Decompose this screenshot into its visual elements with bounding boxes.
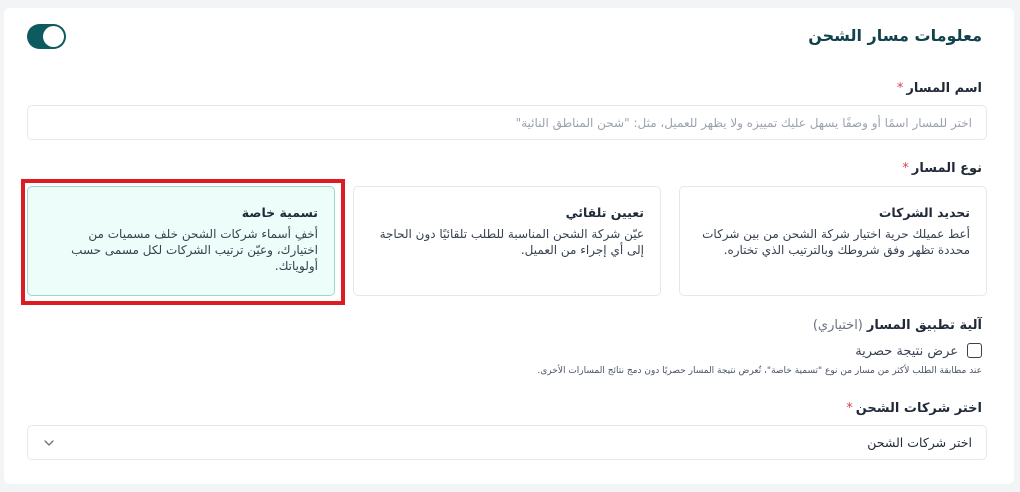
companies-select-value: اختر شركات الشحن (867, 435, 972, 450)
chevron-down-icon (42, 436, 56, 450)
route-name-placeholder: اختر للمسار اسمًا أو وصفًا يسهل عليك تمي… (515, 115, 972, 130)
required-mark: * (902, 161, 909, 176)
route-type-label: نوع المسار* (902, 161, 982, 176)
option-card-auto-assign[interactable]: تعيين تلقائي عيّن شركة الشحن المناسبة لل… (353, 186, 661, 296)
option-card-select-companies[interactable]: تحديد الشركات أعط عميلك حرية اختيار شركة… (679, 186, 987, 296)
required-mark: * (846, 401, 853, 416)
route-name-input[interactable]: اختر للمسار اسمًا أو وصفًا يسهل عليك تمي… (27, 105, 987, 140)
optional-note: (اختياري) (812, 318, 863, 333)
option-description: أعط عميلك حرية اختيار شركة الشحن من بين … (702, 227, 970, 257)
route-enabled-toggle[interactable] (27, 24, 66, 49)
option-title: تعيين تلقائي (565, 205, 644, 220)
application-label: آلية تطبيق المسار(اختياري) (813, 318, 982, 333)
exclusive-result-label[interactable]: عرض نتيجة حصرية (855, 344, 958, 359)
exclusive-result-checkbox[interactable] (967, 343, 982, 358)
route-name-label-text: اسم المسار (906, 81, 982, 96)
application-label-text: آلية تطبيق المسار (866, 318, 982, 333)
route-info-card: معلومات مسار الشحن اسم المسار* اختر للمس… (4, 8, 1014, 484)
companies-label-text: اختر شركات الشحن (855, 401, 982, 416)
exclusive-result-hint: عند مطابقة الطلب لأكثر من مسار من نوع "ت… (537, 366, 982, 376)
option-title: تسمية خاصة (241, 205, 318, 220)
companies-select[interactable]: اختر شركات الشحن (27, 425, 987, 460)
toggle-knob (43, 26, 64, 47)
page-title: معلومات مسار الشحن (808, 26, 982, 45)
route-name-label: اسم المسار* (897, 81, 982, 96)
option-description: عيّن شركة الشحن المناسبة للطلب تلقائيًا … (379, 227, 644, 257)
required-mark: * (896, 81, 904, 96)
option-title: تحديد الشركات (878, 205, 970, 220)
companies-label: اختر شركات الشحن* (846, 401, 982, 416)
option-description: أخفِ أسماء شركات الشحن خلف مسميات من اخت… (71, 227, 318, 273)
route-type-label-text: نوع المسار (911, 161, 982, 176)
option-card-custom-label[interactable]: تسمية خاصة أخفِ أسماء شركات الشحن خلف مس… (27, 186, 335, 296)
